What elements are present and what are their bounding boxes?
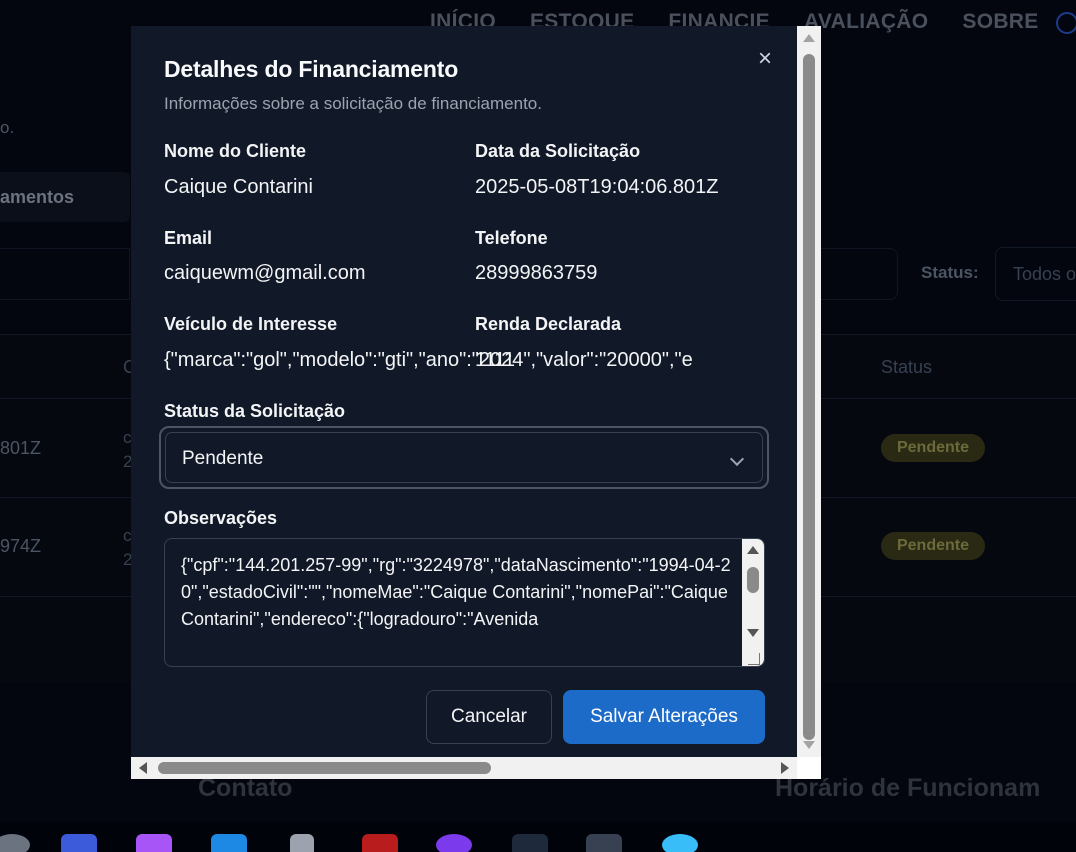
chevron-down-icon	[729, 451, 745, 467]
scroll-thumb[interactable]	[158, 762, 491, 774]
client-name-label: Nome do Cliente	[164, 141, 307, 161]
vscode-insiders-icon[interactable]	[61, 834, 97, 852]
request-date-label: Data da Solicitação	[475, 141, 641, 161]
status-select-value: Pendente	[182, 448, 264, 469]
taskbar	[0, 822, 1076, 852]
dialog-horizontal-scrollbar[interactable]	[131, 757, 797, 779]
financing-details-dialog: × Detalhes do Financiamento Informações …	[131, 26, 821, 779]
email-value: caiquewm@gmail.com	[164, 262, 366, 284]
request-date-value: 2025-05-08T19:04:06.801Z	[475, 176, 719, 198]
vscode-icon[interactable]	[211, 834, 247, 852]
dialog-title: Detalhes do Financiamento	[164, 56, 459, 82]
dialog-subtitle: Informações sobre a solicitação de finan…	[164, 94, 542, 113]
scroll-thumb[interactable]	[803, 54, 815, 740]
cancel-button[interactable]: Cancelar	[426, 690, 552, 744]
status-filter-select[interactable]: Todos o	[995, 247, 1076, 301]
client-name-value: Caique Contarini	[164, 176, 313, 198]
phone-icon[interactable]	[1056, 12, 1076, 34]
app-icon[interactable]	[362, 834, 398, 852]
income-value: 1111	[475, 349, 516, 371]
scroll-up-icon[interactable]	[747, 546, 759, 554]
tab-label: amentos	[0, 187, 75, 207]
status-select[interactable]: Pendente	[165, 432, 763, 483]
notes-label: Observações	[164, 508, 278, 528]
income-label: Renda Declarada	[475, 314, 622, 334]
notes-text: {"cpf":"144.201.257-99","rg":"3224978","…	[181, 555, 731, 629]
phone-value: 28999863759	[475, 262, 598, 284]
scrollbar-corner	[797, 757, 821, 779]
scroll-left-icon[interactable]	[139, 762, 147, 774]
table-header-status: Status	[881, 357, 933, 377]
table-cell-date: 801Z	[0, 438, 42, 458]
tab-financiamentos[interactable]: amentos	[0, 172, 130, 222]
resize-grip-icon[interactable]	[748, 653, 760, 665]
app-icon[interactable]	[586, 834, 622, 852]
notes-scrollbar[interactable]	[742, 539, 764, 666]
scroll-up-icon[interactable]	[803, 34, 815, 42]
status-badge: Pendente	[881, 434, 985, 462]
app-icon[interactable]	[0, 834, 30, 852]
github-icon[interactable]	[436, 834, 472, 852]
dialog-vertical-scrollbar[interactable]	[797, 26, 821, 757]
search-input-end[interactable]	[820, 248, 898, 300]
app-icon[interactable]	[290, 834, 314, 852]
scroll-down-icon[interactable]	[803, 741, 815, 749]
email-label: Email	[164, 228, 213, 248]
status-label: Status da Solicitação	[164, 401, 346, 421]
status-select-focus-ring: Pendente	[159, 426, 769, 489]
scroll-down-icon[interactable]	[747, 629, 759, 637]
scroll-right-icon[interactable]	[781, 762, 789, 774]
nav-avaliacao[interactable]: AVALIAÇÃO	[804, 10, 928, 34]
vehicle-value: {"marca":"gol","modelo":"gti","ano":"202…	[164, 349, 693, 371]
app-icon[interactable]	[662, 834, 698, 852]
app-purple-icon[interactable]	[136, 834, 172, 852]
search-input[interactable]	[0, 248, 130, 300]
vehicle-label: Veículo de Interesse	[164, 314, 338, 334]
status-badge: Pendente	[881, 532, 985, 560]
notes-textarea[interactable]: {"cpf":"144.201.257-99","rg":"3224978","…	[164, 538, 765, 667]
app-icon[interactable]	[512, 834, 548, 852]
save-changes-button[interactable]: Salvar Alterações	[563, 690, 765, 744]
dialog-content: × Detalhes do Financiamento Informações …	[131, 26, 797, 757]
nav-sobre[interactable]: SOBRE	[962, 10, 1038, 34]
status-filter-label: Status:	[921, 263, 979, 282]
scroll-thumb[interactable]	[747, 567, 759, 593]
page-subtitle: o.	[0, 118, 15, 137]
status-filter-value: Todos o	[1013, 264, 1076, 284]
close-button[interactable]: ×	[751, 46, 779, 74]
table-cell-date: 974Z	[0, 536, 42, 556]
phone-label: Telefone	[475, 228, 548, 248]
